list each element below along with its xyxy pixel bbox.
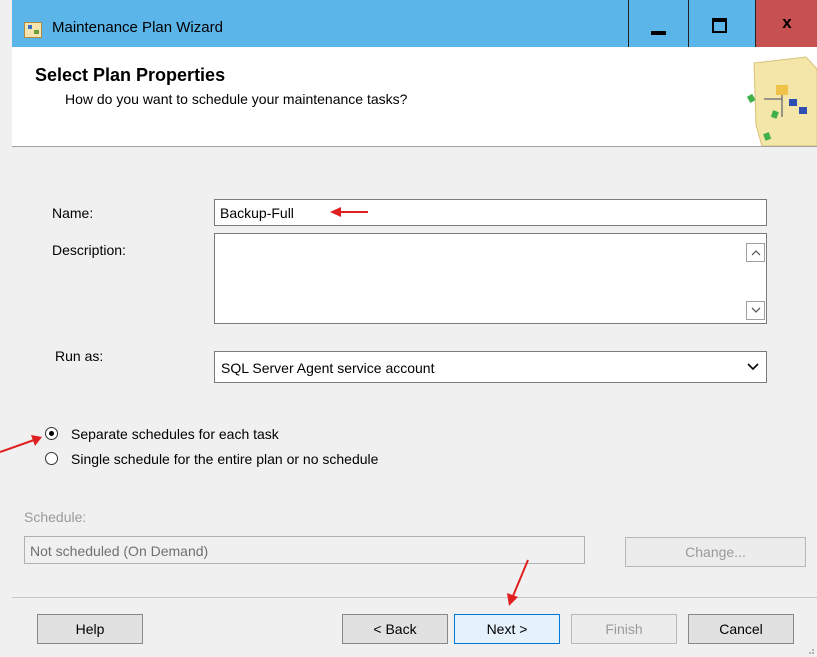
scroll-down-button[interactable] bbox=[746, 301, 765, 320]
name-input-value: Backup-Full bbox=[220, 205, 294, 221]
minimize-button[interactable] bbox=[628, 0, 689, 47]
description-textarea[interactable] bbox=[214, 233, 767, 324]
cancel-button[interactable]: Cancel bbox=[688, 614, 794, 644]
radio-label: Separate schedules for each task bbox=[71, 426, 279, 442]
maintenance-plan-wizard-window: Maintenance Plan Wizard x Select Plan Pr… bbox=[0, 0, 817, 657]
footer-divider bbox=[12, 597, 817, 598]
back-button[interactable]: < Back bbox=[342, 614, 448, 644]
help-button[interactable]: Help bbox=[37, 614, 143, 644]
radio-label: Single schedule for the entire plan or n… bbox=[71, 451, 379, 467]
chevron-down-icon bbox=[751, 307, 761, 313]
page-subtitle: How do you want to schedule your mainten… bbox=[65, 91, 408, 107]
schedule-field: Not scheduled (On Demand) bbox=[24, 536, 585, 564]
change-schedule-button[interactable]: Change... bbox=[625, 537, 806, 567]
scroll-up-button[interactable] bbox=[746, 243, 765, 262]
name-input[interactable]: Backup-Full bbox=[214, 199, 767, 226]
next-button[interactable]: Next > bbox=[454, 614, 560, 644]
resize-grip-icon[interactable] bbox=[805, 645, 815, 655]
chevron-down-icon bbox=[747, 363, 759, 371]
wizard-header: Select Plan Properties How do you want t… bbox=[12, 47, 817, 147]
minimize-icon bbox=[651, 31, 666, 35]
run-as-label: Run as: bbox=[55, 348, 104, 364]
maximize-icon bbox=[712, 18, 727, 33]
page-title: Select Plan Properties bbox=[35, 65, 226, 85]
schedule-label: Schedule: bbox=[24, 509, 87, 525]
wizard-app-icon bbox=[24, 22, 42, 38]
close-button[interactable]: x bbox=[755, 0, 817, 47]
window-left-edge bbox=[0, 0, 12, 657]
description-label: Description: bbox=[52, 242, 126, 258]
name-label: Name: bbox=[52, 205, 94, 221]
schedule-value: Not scheduled (On Demand) bbox=[30, 543, 209, 559]
run-as-select[interactable]: SQL Server Agent service account bbox=[214, 351, 767, 383]
maximize-button[interactable] bbox=[688, 0, 749, 47]
radio-button[interactable] bbox=[45, 452, 58, 465]
radio-button-selected[interactable] bbox=[45, 427, 58, 440]
wizard-banner-icon bbox=[746, 56, 817, 146]
chevron-up-icon bbox=[751, 250, 761, 256]
close-icon: x bbox=[782, 13, 792, 32]
run-as-value: SQL Server Agent service account bbox=[221, 360, 435, 376]
window-title: Maintenance Plan Wizard bbox=[52, 19, 223, 36]
finish-button[interactable]: Finish bbox=[571, 614, 677, 644]
